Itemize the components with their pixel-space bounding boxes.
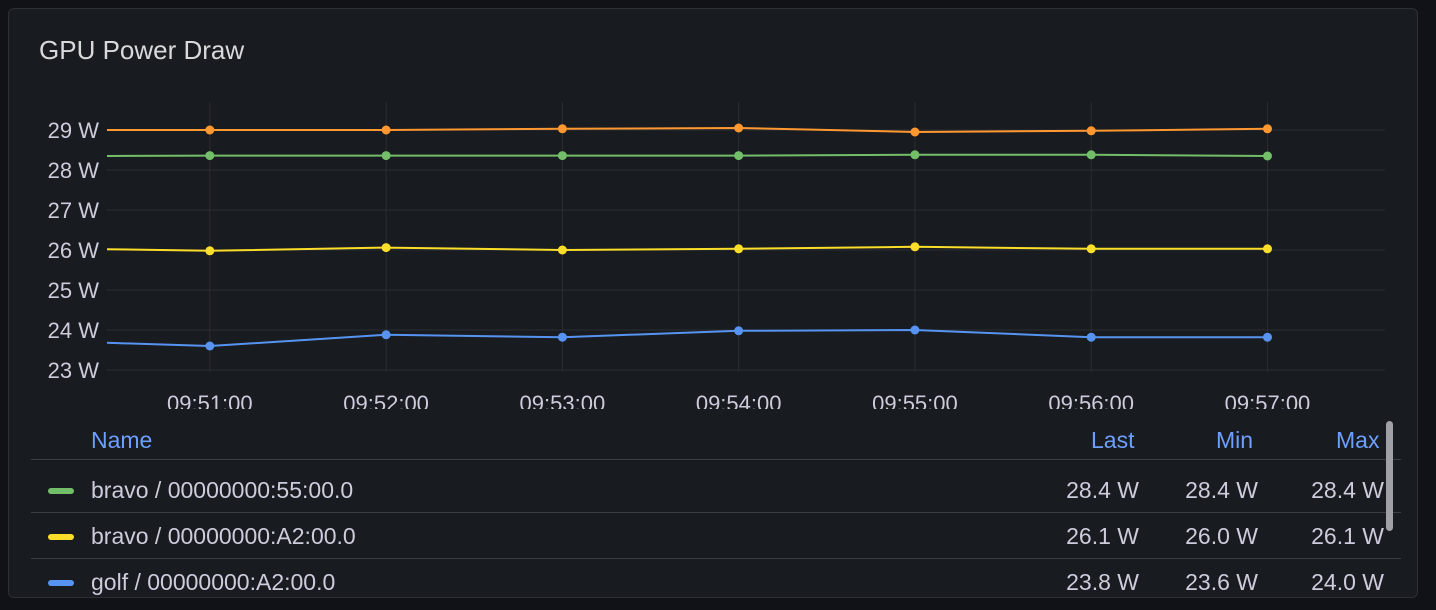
series-swatch <box>48 580 74 586</box>
series-swatch <box>48 488 74 494</box>
data-point <box>205 151 215 161</box>
y-tick-label: 29 W <box>48 118 100 143</box>
legend-header-min[interactable]: Min <box>1216 427 1253 454</box>
data-point <box>205 125 215 135</box>
legend-header-last[interactable]: Last <box>1091 427 1134 454</box>
x-tick-label: 09:53:00 <box>520 391 606 409</box>
data-point <box>381 330 391 340</box>
x-tick-label: 09:54:00 <box>696 391 782 409</box>
legend-max-value: 26.1 W <box>1311 523 1384 549</box>
data-point <box>910 325 920 335</box>
x-tick-label: 09:55:00 <box>872 391 958 409</box>
data-point <box>1086 150 1096 160</box>
legend-series-name[interactable]: bravo / 00000000:A2:00.0 <box>91 523 356 550</box>
legend-max-value: 24.0 W <box>1311 569 1384 595</box>
y-tick-label: 28 W <box>48 158 100 183</box>
x-tick-label: 09:52:00 <box>343 391 429 409</box>
data-point <box>910 242 920 252</box>
data-point <box>557 151 567 161</box>
data-point <box>381 243 391 253</box>
data-point <box>1262 151 1272 161</box>
data-point <box>1086 332 1096 342</box>
data-point <box>734 151 744 161</box>
y-tick-label: 23 W <box>48 358 100 383</box>
legend-header: Name Last Min Max <box>31 417 1401 460</box>
data-point <box>734 244 744 254</box>
data-point <box>734 123 744 133</box>
data-point <box>1262 124 1272 134</box>
data-point <box>1086 126 1096 136</box>
legend-row[interactable]: golf / 00000000:A2:00.0 23.8 W 23.6 W 24… <box>31 559 1401 597</box>
legend-min-value: 26.0 W <box>1185 523 1258 549</box>
series-swatch <box>48 534 74 540</box>
legend-scrollbar[interactable] <box>1386 421 1393 531</box>
legend-last-value: 26.1 W <box>1066 523 1139 549</box>
legend-header-max[interactable]: Max <box>1336 427 1379 454</box>
legend-min-value: 28.4 W <box>1185 477 1258 503</box>
x-tick-label: 09:57:00 <box>1225 391 1311 409</box>
y-tick-label: 24 W <box>48 318 100 343</box>
data-point <box>557 245 567 255</box>
data-point <box>910 127 920 137</box>
y-tick-label: 26 W <box>48 238 100 263</box>
data-point <box>557 124 567 134</box>
legend-table: Name Last Min Max bravo / 00000000:55:00… <box>31 417 1401 597</box>
legend-last-value: 28.4 W <box>1066 477 1139 503</box>
data-point <box>205 341 215 351</box>
data-point <box>734 326 744 336</box>
data-point <box>1262 332 1272 342</box>
data-point <box>205 246 215 256</box>
data-point <box>1262 244 1272 254</box>
panel: GPU Power Draw 23 W 24 W 25 W 26 W 27 W 28 W2… <box>8 8 1418 598</box>
data-point <box>381 151 391 161</box>
legend-max-value: 28.4 W <box>1311 477 1384 503</box>
data-point <box>557 332 567 342</box>
legend-last-value: 23.8 W <box>1066 569 1139 595</box>
x-tick-label: 09:56:00 <box>1048 391 1134 409</box>
data-point <box>910 150 920 160</box>
y-tick-label: 25 W <box>48 278 100 303</box>
y-tick-label: 27 W <box>48 198 100 223</box>
data-point <box>1086 244 1096 254</box>
legend-min-value: 23.6 W <box>1185 569 1258 595</box>
legend-row[interactable]: bravo / 00000000:A2:00.0 26.1 W 26.0 W 2… <box>31 513 1401 559</box>
legend-series-name[interactable]: golf / 00000000:A2:00.0 <box>91 569 335 596</box>
legend-header-name[interactable]: Name <box>91 427 152 454</box>
legend-series-name[interactable]: bravo / 00000000:55:00.0 <box>91 477 353 504</box>
line-chart: 23 W 24 W 25 W 26 W 27 W 28 W 29 W 09:51:00 09:5… <box>48 102 1385 409</box>
data-point <box>381 125 391 135</box>
legend-row[interactable]: bravo / 00000000:55:00.0 28.4 W 28.4 W 2… <box>31 467 1401 513</box>
x-tick-label: 09:51:00 <box>167 391 253 409</box>
